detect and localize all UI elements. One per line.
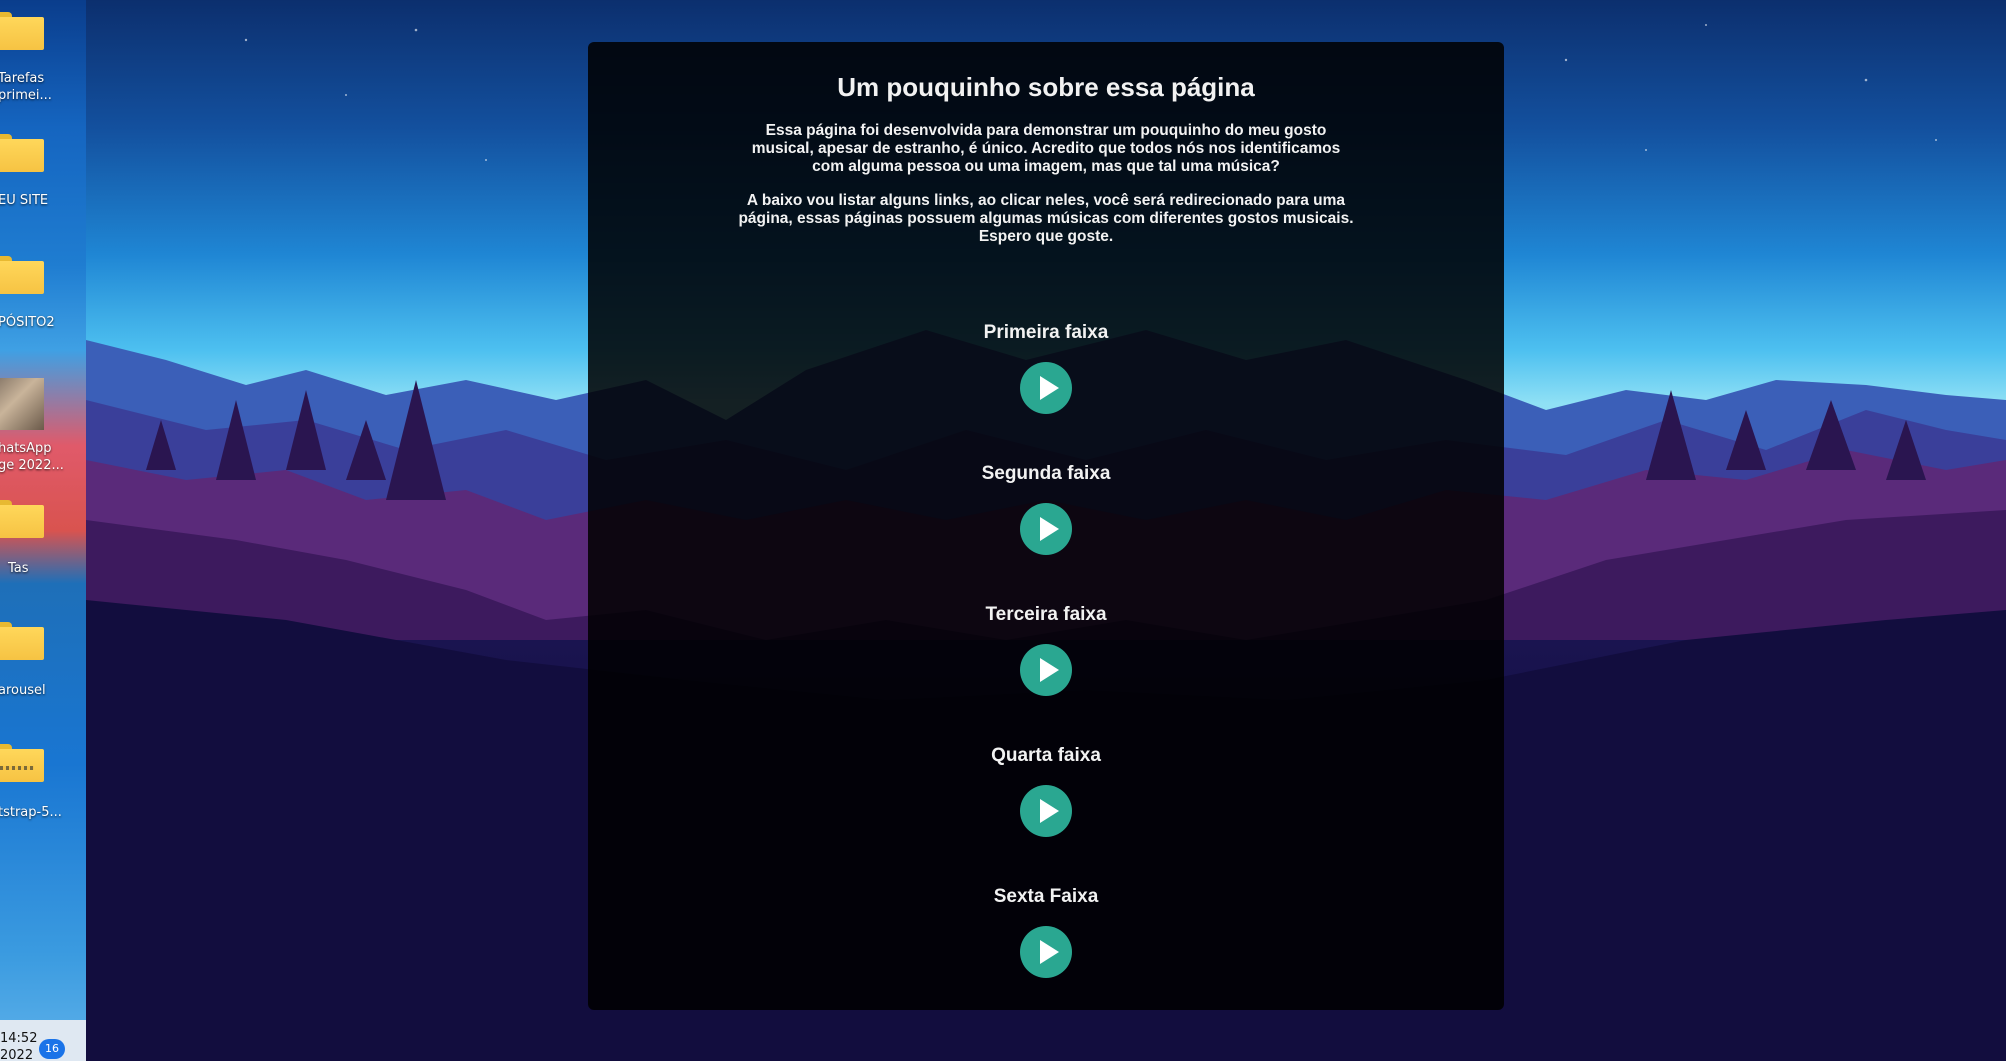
desktop-item-label: EU SITE <box>0 193 49 208</box>
folder-icon <box>0 134 44 172</box>
desktop-icons-strip: Tarefas primei... EU SITE PÓSITO2 hatsAp… <box>0 0 86 1061</box>
track-title: Quarta faixa <box>991 745 1101 766</box>
track-title: Primeira faixa <box>983 322 1109 343</box>
folder-icon <box>0 500 44 538</box>
desktop-item-label: hatsApp <box>0 441 52 456</box>
desktop-item-label: PÓSITO2 <box>0 315 55 330</box>
play-button[interactable] <box>1020 926 1072 978</box>
play-icon <box>1040 940 1059 964</box>
desktop-item-label: arousel <box>0 683 46 698</box>
track-title: Terceira faixa <box>985 604 1107 625</box>
notification-badge[interactable]: 16 <box>39 1039 65 1059</box>
track-item: Sexta Faixa <box>588 886 1504 996</box>
track-title: Sexta Faixa <box>993 886 1099 907</box>
screen: Tarefas primei... EU SITE PÓSITO2 hatsAp… <box>0 0 2006 1061</box>
play-icon <box>1040 376 1059 400</box>
desktop-item-label: primei... <box>0 88 52 103</box>
play-icon <box>1040 517 1059 541</box>
folder-icon <box>0 256 44 294</box>
track-item: Quarta faixa <box>588 745 1504 855</box>
clock-date: 2022 <box>0 1048 34 1061</box>
folder-icon <box>0 622 44 660</box>
play-button[interactable] <box>1020 644 1072 696</box>
image-thumbnail-icon <box>0 378 44 430</box>
intro-paragraph: Essa página foi desenvolvida para demons… <box>751 122 1341 175</box>
intro-paragraph: A baixo vou listar alguns links, ao clic… <box>738 192 1354 245</box>
play-button[interactable] <box>1020 503 1072 555</box>
page-title: Um pouquinho sobre essa página <box>837 72 1255 102</box>
clock-time: 14:52 <box>0 1031 38 1046</box>
track-item: Segunda faixa <box>588 463 1504 573</box>
track-item: Terceira faixa <box>588 604 1504 714</box>
desktop-item-label: tstrap-5... <box>0 805 62 820</box>
taskbar-clock[interactable]: 14:52 2022 16 <box>0 1020 86 1061</box>
zip-folder-icon <box>0 744 44 782</box>
track-item: Primeira faixa <box>588 322 1504 432</box>
desktop-item-label: ge 2022... <box>0 458 64 473</box>
desktop-item-label: Tas <box>8 561 29 576</box>
folder-icon <box>0 12 44 50</box>
desktop-item-label: Tarefas <box>0 71 45 86</box>
play-icon <box>1040 658 1059 682</box>
play-button[interactable] <box>1020 362 1072 414</box>
content-card: Um pouquinho sobre essa página Essa pági… <box>588 42 1504 1010</box>
play-icon <box>1040 799 1059 823</box>
play-button[interactable] <box>1020 785 1072 837</box>
track-title: Segunda faixa <box>981 463 1111 484</box>
